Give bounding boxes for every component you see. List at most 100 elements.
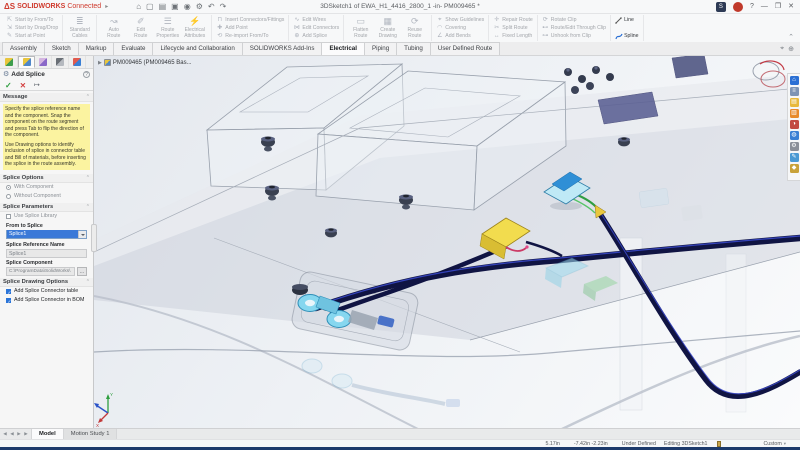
flyout-feature-tree[interactable]: ▶ PM009465 (PM009465 Bas...	[98, 59, 192, 66]
propertymanager-tab[interactable]	[18, 56, 35, 68]
tab-lifecycle-and-collaboration[interactable]: Lifecycle and Collaboration	[152, 42, 242, 55]
repair-route-button[interactable]: ✛Repair Route	[493, 16, 533, 24]
tab-sketch[interactable]: Sketch	[44, 42, 79, 55]
with-component-radio[interactable]	[6, 185, 11, 190]
taskpane-appearances-icon[interactable]: ◍	[790, 131, 799, 140]
use-splice-library-checkbox[interactable]	[6, 214, 11, 219]
featuremanager-tab[interactable]	[1, 56, 18, 68]
tab-model[interactable]: Model	[32, 429, 64, 439]
add-connector-bom-option[interactable]: Add Splice Connector in BOM	[0, 296, 93, 305]
tab-scroll-icon-3[interactable]: ▶	[23, 431, 29, 437]
splice-parameters-section-header[interactable]: Splice Parameters ⌃	[0, 203, 93, 212]
save-icon[interactable]: ▣	[171, 2, 179, 12]
lifecycle-status-icon[interactable]: ◉	[184, 2, 191, 12]
route-properties-button[interactable]: ☰RouteProperties	[154, 15, 181, 41]
taskpane-scenes-icon[interactable]: ⚙	[790, 142, 799, 151]
add-connector-table-option[interactable]: Add Splice Connector table	[0, 287, 93, 296]
split-route-button[interactable]: ✂Split Route	[493, 24, 533, 32]
pin-button[interactable]: ↦	[34, 81, 40, 89]
restore-button[interactable]: ❐	[775, 2, 781, 12]
new-document-icon[interactable]: ▢	[146, 2, 154, 12]
configurationmanager-tab[interactable]	[35, 56, 52, 68]
taskpane-file-explorer-icon[interactable]: ▥	[790, 109, 799, 118]
line-button[interactable]: Line	[615, 16, 638, 24]
tab-evaluate[interactable]: Evaluate	[113, 42, 153, 55]
start-at-point-button[interactable]: ✎Start at Point	[6, 32, 58, 40]
add-bends-button[interactable]: ∠Add Bends	[436, 32, 484, 40]
graphics-viewport[interactable]: Y Z X ▶ PM009465 (PM009465 Bas... ⌂ ≡ ▤ ▥ ◑ ◍…	[94, 56, 800, 428]
edit-wires-button[interactable]: ∿Edit Wires	[293, 16, 339, 24]
chevron-down-icon[interactable]	[78, 231, 86, 238]
taskpane-view-palette-icon[interactable]: ◑	[790, 120, 799, 129]
spline-button[interactable]: Spline	[615, 32, 638, 40]
units-dropdown-icon[interactable]: ▾	[784, 441, 786, 447]
browse-button[interactable]: ...	[77, 267, 87, 276]
tab-assembly[interactable]: Assembly	[2, 42, 45, 55]
from-to-splice-combobox[interactable]: Splice1	[6, 230, 87, 239]
auto-route-button[interactable]: ↝AutoRoute	[100, 15, 127, 41]
cancel-button[interactable]: ✕	[20, 81, 26, 90]
dimxpertmanager-tab[interactable]	[52, 56, 69, 68]
edit-route-button[interactable]: ✐EditRoute	[127, 15, 154, 41]
create-drawing-button[interactable]: ▦CreateDrawing	[374, 15, 401, 41]
open-document-icon[interactable]: ▤	[159, 2, 167, 12]
start-by-drag-drop-button[interactable]: ⇲Start by Drag/Drop	[6, 24, 58, 32]
covering-button[interactable]: ◠Covering	[436, 24, 484, 32]
add-splice-button[interactable]: ⊕Add Splice	[293, 32, 339, 40]
add-point-button[interactable]: ✚Add Point	[216, 24, 284, 32]
options-gear-icon[interactable]: ⚙	[196, 2, 203, 12]
tab-electrical[interactable]: Electrical	[321, 42, 365, 55]
message-section-header[interactable]: Message ⌃	[0, 93, 93, 102]
tab-tubing[interactable]: Tubing	[396, 42, 431, 55]
without-component-option[interactable]: Without Component	[0, 192, 93, 201]
tab-scroll-icon-1[interactable]: ◀	[9, 431, 15, 437]
tab-scroll-icon-2[interactable]: ▶	[16, 431, 22, 437]
add-connector-bom-checkbox[interactable]	[6, 298, 11, 303]
splice-component-field[interactable]: C:\ProgramData\SolidWorks\	[6, 267, 75, 276]
tab-solidworks-add-ins[interactable]: SOLIDWORKS Add-Ins	[242, 42, 323, 55]
flatten-route-button[interactable]: ▭FlattenRoute	[347, 15, 374, 41]
taskpane-custom-properties-icon[interactable]: ✎	[790, 153, 799, 162]
taskpane-home-icon[interactable]: ⌂	[790, 76, 799, 85]
fixed-length-button[interactable]: ↔Fixed Length	[493, 32, 533, 40]
reuse-route-button[interactable]: ⟳ReuseRoute	[401, 15, 428, 41]
tab-markup[interactable]: Markup	[78, 42, 115, 55]
tab-user-defined-route[interactable]: User Defined Route	[430, 42, 500, 55]
splice-options-section-header[interactable]: Splice Options ⌃	[0, 174, 93, 183]
use-splice-library-option[interactable]: Use Splice Library	[0, 212, 93, 221]
tree-expand-icon[interactable]: ▶	[98, 60, 102, 66]
electrical-attributes-button[interactable]: ⚡ElectricalAttributes	[181, 15, 208, 41]
3d-model-canvas[interactable]: Y Z X	[94, 56, 800, 428]
route-edit-through-clip-button[interactable]: ⊷Route/Edit Through Clip	[542, 24, 606, 32]
ok-button[interactable]: ✓	[5, 81, 12, 90]
start-by-from-to-button[interactable]: ⇱Start by From/To	[6, 16, 58, 24]
show-guidelines-button[interactable]: ⌖Show Guidelines	[436, 16, 484, 24]
rotate-clip-button[interactable]: ⟳Rotate Clip	[542, 16, 606, 24]
help-icon[interactable]: ?	[750, 2, 754, 12]
pan-zoom-icon[interactable]: ⌖	[780, 45, 784, 53]
taskpane-forum-icon[interactable]: ◆	[790, 164, 799, 173]
home-icon[interactable]: ⌂	[136, 2, 141, 12]
without-component-radio[interactable]	[6, 194, 11, 199]
tab-piping[interactable]: Piping	[364, 42, 397, 55]
panel-splitter-handle[interactable]	[91, 224, 97, 252]
unhook-from-clip-button[interactable]: ⊶Unhook from Clip	[542, 32, 606, 40]
3dexperience-platform-icon[interactable]: S	[716, 2, 726, 12]
units-selector[interactable]: Custom	[763, 441, 781, 447]
taskpane-resources-icon[interactable]: ≡	[790, 87, 799, 96]
edit-connectors-button[interactable]: ⋈Edit Connectors	[293, 24, 339, 32]
splice-drawing-options-section-header[interactable]: Splice Drawing Options ⌃	[0, 278, 93, 287]
brand-expand-icon[interactable]: ▸	[105, 3, 108, 10]
magnifier-icon[interactable]: ⊕	[788, 45, 794, 53]
add-connector-table-checkbox[interactable]	[6, 289, 11, 294]
re-import-from-to-button[interactable]: ⟲Re-import From/To	[216, 32, 284, 40]
tab-scroll-icon-0[interactable]: ◀	[2, 431, 8, 437]
undo-icon[interactable]: ↶	[208, 2, 215, 12]
user-avatar[interactable]	[733, 2, 743, 12]
redo-icon[interactable]: ↷	[220, 2, 227, 12]
taskpane-design-library-icon[interactable]: ▤	[790, 98, 799, 107]
minimize-button[interactable]: —	[761, 2, 768, 12]
help-icon[interactable]: ?	[83, 71, 90, 78]
splice-reference-name-field[interactable]: Splice1	[6, 249, 87, 258]
insert-connectors-fittings-button[interactable]: ⊓Insert Connectors/Fittings	[216, 16, 284, 24]
